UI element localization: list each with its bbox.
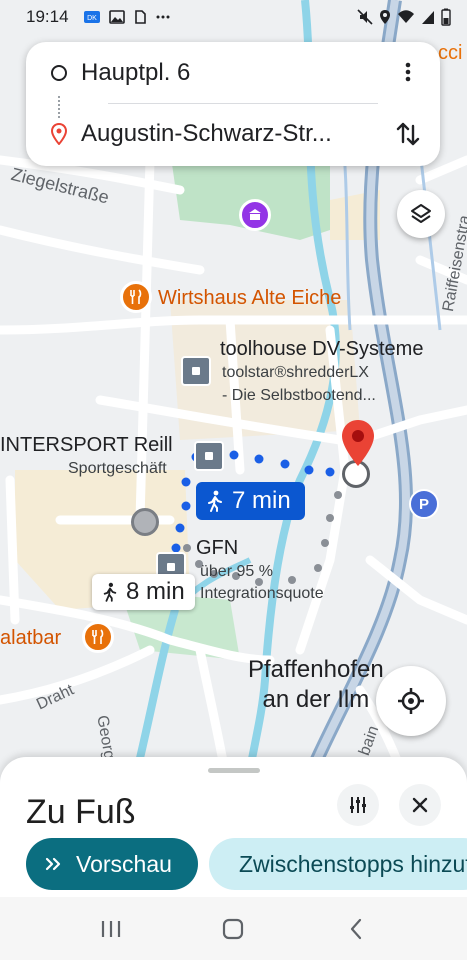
swap-vert-icon	[396, 122, 420, 146]
poi-label-intersport[interactable]: INTERSPORT Reill	[0, 434, 173, 457]
route-options-button[interactable]	[337, 784, 379, 826]
origin-circle-icon	[51, 65, 67, 81]
add-stops-button[interactable]: Zwischenstopps hinzufügen	[209, 838, 467, 890]
walking-icon	[103, 582, 117, 602]
origin-row[interactable]: Hauptpl. 6	[26, 45, 440, 101]
home-button[interactable]	[203, 909, 263, 949]
home-icon	[223, 918, 244, 939]
status-bar: 19:14 DK	[0, 0, 467, 34]
business-pin-icon[interactable]	[181, 356, 211, 386]
route-card: Hauptpl. 6 Augustin-Schwarz-Str...	[26, 42, 440, 166]
sheet-title: Zu Fuß	[26, 793, 136, 831]
svg-text:DK: DK	[87, 15, 97, 22]
add-stops-label: Zwischenstopps hinzufügen	[239, 850, 467, 877]
restaurant-pin-icon[interactable]	[82, 621, 114, 653]
route-time-primary: 7 min	[232, 487, 291, 514]
poi-sublabel: über 95 %	[200, 563, 273, 580]
signal-icon	[422, 11, 434, 24]
tune-icon	[350, 797, 366, 813]
app-icon	[134, 10, 146, 24]
route-time-alternative: 8 min	[126, 578, 185, 605]
museum-pin-icon[interactable]	[239, 199, 271, 231]
close-icon	[412, 797, 428, 813]
poi-sublabel: Integrationsquote	[200, 585, 324, 602]
route-time-badge-primary[interactable]: 7 min	[196, 482, 305, 520]
location-icon	[380, 10, 390, 24]
poi-label-gfn[interactable]: GFN	[196, 537, 238, 560]
parking-label: P	[418, 495, 429, 513]
status-time: 19:14	[26, 7, 69, 26]
crosshair-icon	[398, 688, 424, 714]
town-label: Pfaffenhofen an der Ilm	[248, 655, 384, 715]
destination-field[interactable]: Augustin-Schwarz-Str...	[81, 120, 332, 148]
more-options-button[interactable]	[396, 60, 420, 84]
close-button[interactable]	[399, 784, 441, 826]
mute-icon	[357, 9, 373, 25]
destination-pin-small-icon	[50, 123, 68, 145]
business-pin-icon[interactable]	[194, 441, 224, 471]
origin-field[interactable]: Hauptpl. 6	[81, 59, 190, 87]
recents-button[interactable]	[81, 909, 141, 949]
sheet-drag-handle[interactable]	[208, 768, 260, 773]
wifi-icon	[398, 10, 414, 23]
preview-label: Vorschau	[76, 850, 172, 877]
more-vert-icon	[405, 62, 411, 82]
layers-button[interactable]	[397, 190, 445, 238]
double-chevron-icon	[45, 857, 61, 871]
image-icon	[108, 10, 125, 24]
poi-label-wirtshaus[interactable]: Wirtshaus Alte Eiche	[158, 287, 341, 310]
route-divider	[108, 103, 378, 104]
destination-pin-icon[interactable]	[339, 418, 377, 470]
poi-sublabel: toolstar®shredderLX	[222, 364, 369, 381]
bottom-sheet: Zu Fuß Vorschau Zwischenstopps hinzufüge…	[0, 757, 467, 897]
system-nav-bar	[0, 897, 467, 960]
back-icon	[350, 918, 361, 939]
town-name: Pfaffenhofen	[248, 656, 384, 683]
back-button[interactable]	[326, 909, 386, 949]
route-time-badge-alternative[interactable]: 8 min	[92, 574, 195, 610]
town-subname: an der Ilm	[262, 686, 370, 713]
poi-sublabel: - Die Selbstbootend...	[222, 387, 376, 404]
battery-icon	[441, 8, 451, 26]
preview-button[interactable]: Vorschau	[26, 838, 198, 890]
destination-row[interactable]: Augustin-Schwarz-Str...	[26, 106, 440, 162]
walking-icon	[208, 490, 222, 512]
parking-pin-icon[interactable]: P	[409, 489, 439, 519]
swap-button[interactable]	[394, 120, 422, 148]
poi-label-salatbar[interactable]: alatbar	[0, 627, 61, 650]
more-dots-icon	[156, 15, 170, 19]
restaurant-pin-icon[interactable]	[120, 281, 152, 313]
origin-marker	[131, 508, 159, 536]
poi-label-toolhouse[interactable]: toolhouse DV-Systeme	[220, 338, 423, 361]
dk-icon: DK	[83, 11, 100, 23]
poi-label-partial: cci	[438, 42, 463, 64]
my-location-button[interactable]	[376, 666, 446, 736]
layers-icon	[411, 204, 431, 223]
recents-icon	[102, 920, 121, 937]
poi-sublabel: Sportgeschäft	[68, 460, 167, 477]
